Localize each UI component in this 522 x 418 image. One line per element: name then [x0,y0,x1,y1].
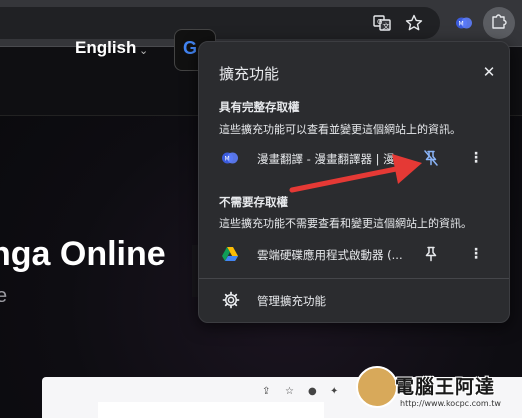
extensions-popup: 擴充功能 ✕ 具有完整存取權 這些擴充功能可以查看並變更這個網站上的資訊。 M … [198,41,510,323]
extension-label-manga-translator[interactable]: 漫畫翻譯 - 漫畫翻譯器 | 漫... [257,151,412,167]
share-icon: ⇪ [262,386,271,397]
bookmark-star-icon[interactable] [402,11,426,35]
more-options-icon[interactable]: ⋮ [469,149,483,167]
close-icon[interactable]: ✕ [479,63,499,81]
popup-divider [199,278,509,279]
google-drive-icon [221,245,239,263]
svg-text:M: M [459,21,464,28]
popup-title: 擴充功能 [219,65,280,83]
manage-extensions-link[interactable]: 管理擴充功能 [257,293,326,309]
extension-icon: ● [308,386,317,397]
puzzle-icon: ✦ [330,386,339,397]
svg-text:文: 文 [383,22,390,31]
watermark-logo [356,366,398,408]
full-access-desc: 這些擴充功能可以查看並變更這個網站上的資訊。 [219,123,461,136]
chevron-down-icon: ⌄ [139,44,149,57]
translate-icon[interactable]: G文 [370,11,394,35]
watermark-name: 電腦王阿達 [395,376,496,398]
google-icon: G [183,38,198,58]
star-icon: ☆ [285,386,294,397]
watermark-url: http://www.kocpc.com.tw [400,399,501,408]
no-access-title: 不需要存取權 [219,195,288,209]
pin-icon[interactable] [422,245,440,263]
more-options-icon[interactable]: ⋮ [469,245,483,263]
language-selector[interactable]: English [75,38,136,58]
hero-title: nga Online [0,235,166,273]
manga-translator-extension-icon[interactable]: M [452,11,476,35]
manga-translator-icon: M [221,149,239,167]
svg-text:M: M [225,156,230,163]
full-access-title: 具有完整存取權 [219,100,300,114]
hero-subtitle: e [0,285,8,307]
extensions-button[interactable] [483,7,515,39]
embedded-content [98,402,324,418]
no-access-desc: 這些擴充功能不需要查看和變更這個網站上的資訊。 [219,217,472,230]
gear-icon [222,291,240,309]
extension-label-drive-launcher[interactable]: 雲端硬碟應用程式啟動器 (... [257,247,412,263]
unpin-icon[interactable] [422,149,440,167]
puzzle-icon [490,12,508,34]
